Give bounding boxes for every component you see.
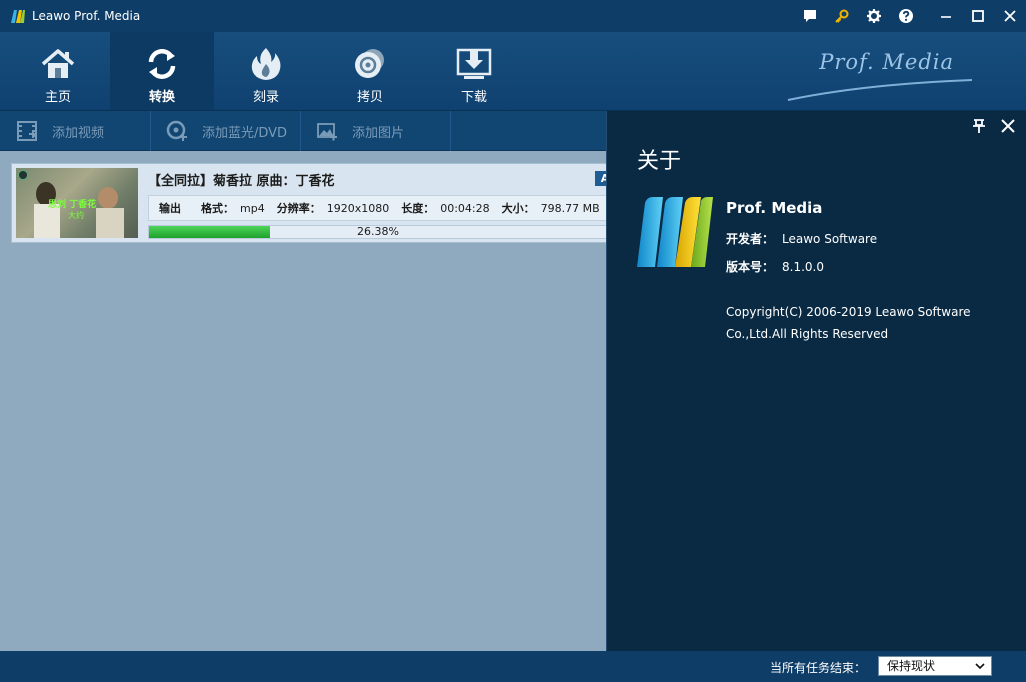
output-label: 输出 (159, 202, 181, 215)
maximize-icon[interactable] (962, 0, 994, 32)
status-bar: 当所有任务结束： 保持现状 (0, 651, 1026, 682)
film-icon (16, 120, 38, 142)
close-icon[interactable] (1000, 118, 1016, 134)
product-logo-icon (637, 197, 713, 267)
disc-add-icon (166, 120, 188, 142)
item-title: 【全同拉】菊香拉 原曲：丁香花 (148, 174, 335, 189)
brand-text: Prof. Media (819, 50, 954, 74)
product-name: Prof. Media (726, 199, 823, 217)
size-value: 798.77 MB (540, 201, 600, 215)
after-tasks-label: 当所有任务结束： (769, 661, 866, 675)
about-panel: 关于 Prof. Media 开发者： Leawo Software 版本号： 8.… (606, 111, 1026, 651)
format-value: mp4 (240, 201, 265, 215)
add-image-button[interactable]: 添加图片 (316, 111, 404, 151)
add-video-button[interactable]: 添加视频 (16, 111, 104, 151)
window-title: Leawo Prof. Media (32, 9, 141, 23)
tab-home[interactable]: 主页 (6, 32, 110, 110)
minimize-icon[interactable] (930, 0, 962, 32)
app-logo-icon (11, 10, 25, 23)
close-icon[interactable] (994, 0, 1026, 32)
chevron-down-icon (975, 663, 985, 670)
image-icon (316, 120, 338, 142)
resolution-label: 分辨率： (276, 202, 321, 215)
pin-icon[interactable] (972, 119, 986, 133)
download-icon (455, 46, 493, 82)
tab-copy[interactable]: 拷贝 (318, 32, 422, 110)
video-thumbnail[interactable]: 思刘 丁香花 大约 (16, 168, 138, 238)
after-tasks-select[interactable]: 保持现状 (878, 656, 992, 676)
key-icon[interactable] (826, 0, 858, 32)
resolution-value: 1920x1080 (326, 201, 390, 215)
gear-icon[interactable] (858, 0, 890, 32)
version-row: 版本号： 8.1.0.0 (726, 260, 824, 274)
brand-logo: Prof. Media (786, 50, 976, 102)
add-bluray-dvd-button[interactable]: 添加蓝光/DVD (166, 111, 287, 151)
progress-text: 26.38% (357, 225, 399, 238)
home-icon (39, 46, 77, 82)
burn-icon (247, 46, 285, 82)
tab-download[interactable]: 下载 (422, 32, 526, 110)
task-list: 思刘 丁香花 大约 【全同拉】菊香拉 原曲：丁香花 A 输出 格式： mp4 分… (0, 152, 631, 651)
tab-burn[interactable]: 刻录 (214, 32, 318, 110)
tab-convert[interactable]: 转换 (110, 32, 214, 110)
duration-label: 长度： (401, 202, 435, 215)
conversion-progress-bar: 26.38% (148, 225, 608, 239)
copy-disc-icon (351, 46, 389, 82)
copyright-text: Copyright(C) 2006-2019 Leawo Software Co… (726, 305, 971, 341)
format-label: 格式： (201, 202, 234, 215)
main-toolbar: 主页 转换 刻录 拷贝 下载 Prof. Media (0, 32, 1026, 111)
developer-row: 开发者： Leawo Software (726, 232, 878, 246)
sub-toolbar: 添加视频 添加蓝光/DVD 添加图片 (0, 111, 606, 151)
list-item[interactable]: 思刘 丁香花 大约 【全同拉】菊香拉 原曲：丁香花 A 输出 格式： mp4 分… (11, 163, 631, 243)
about-title: 关于 (637, 149, 682, 174)
chat-icon[interactable] (794, 0, 826, 32)
title-bar: Leawo Prof. Media (0, 0, 1026, 32)
convert-icon (143, 46, 181, 82)
duration-value: 00:04:28 (440, 201, 490, 215)
size-label: 大小： (501, 202, 535, 215)
help-icon[interactable] (890, 0, 922, 32)
item-meta: 输出 格式： mp4 分辨率： 1920x1080 长度： 00:04:28 大… (148, 195, 608, 221)
